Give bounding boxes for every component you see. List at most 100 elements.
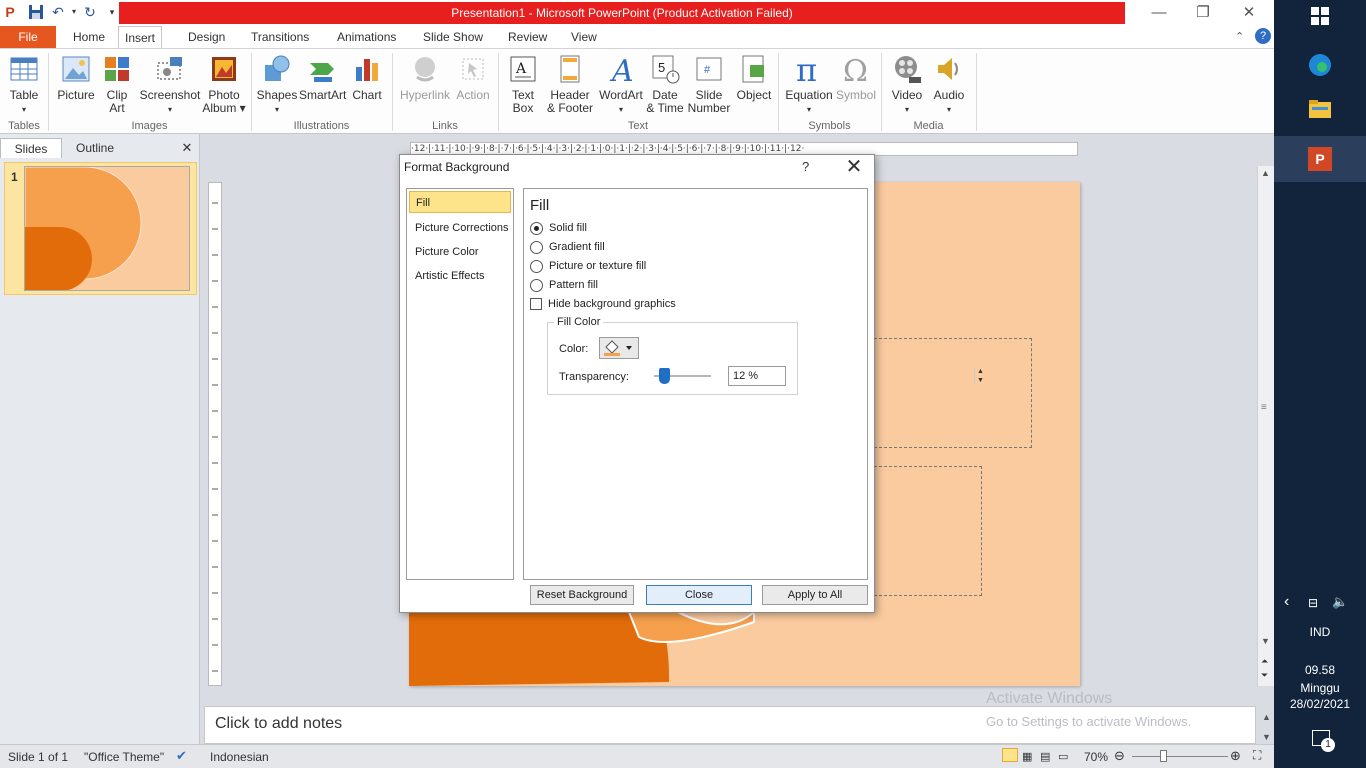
notes-scroll-up-icon[interactable]: ▲ xyxy=(1262,712,1271,722)
collapse-ribbon-icon[interactable]: ⌃ xyxy=(1235,30,1244,43)
clock-date[interactable]: 28/02/2021 xyxy=(1274,697,1366,711)
shapes-button[interactable]: Shapes ▾ xyxy=(256,53,298,116)
action-button[interactable]: Action xyxy=(453,53,493,102)
category-artistic-effects[interactable]: Artistic Effects xyxy=(409,265,511,287)
dialog-help-button[interactable]: ? xyxy=(802,159,809,174)
gradient-fill-option[interactable]: Gradient fill xyxy=(530,240,605,256)
slide-number-button[interactable]: # Slide Number xyxy=(687,53,731,115)
transparency-slider-thumb[interactable] xyxy=(659,368,671,384)
maximize-button[interactable]: ❐ xyxy=(1180,2,1226,24)
slide-thumbnail[interactable] xyxy=(24,166,190,291)
fit-to-window-icon[interactable]: ⛶ xyxy=(1253,748,1261,763)
clock-time[interactable]: 09.58 xyxy=(1274,663,1366,677)
close-dialog-button[interactable]: Close xyxy=(646,585,752,605)
previous-slide-icon[interactable]: ⏶ xyxy=(1261,656,1268,667)
input-language[interactable]: IND xyxy=(1274,625,1366,639)
text-box-button[interactable]: A Text Box xyxy=(504,53,542,115)
video-button[interactable]: Video ▾ xyxy=(888,53,926,116)
file-explorer-icon[interactable] xyxy=(1306,98,1334,126)
spelling-check-icon[interactable]: ✔ xyxy=(176,748,187,764)
apply-to-all-button[interactable]: Apply to All xyxy=(762,585,868,605)
screenshot-button[interactable]: Screenshot ▾ xyxy=(138,53,202,116)
scroll-thumb-grip-icon[interactable]: ≡ xyxy=(1261,402,1267,413)
date-time-button[interactable]: 5 Date & Time xyxy=(645,53,685,115)
pattern-fill-option[interactable]: Pattern fill xyxy=(530,278,598,294)
tab-animations[interactable]: Animations xyxy=(331,26,402,48)
zoom-slider-track[interactable] xyxy=(1132,756,1228,757)
color-picker-button[interactable] xyxy=(599,337,639,359)
category-picture-corrections[interactable]: Picture Corrections xyxy=(409,217,511,239)
subtitle-placeholder[interactable] xyxy=(869,466,982,596)
chart-button[interactable]: Chart xyxy=(349,53,385,102)
network-icon[interactable]: ⊟ xyxy=(1308,596,1318,610)
dialog-close-button[interactable]: ✕ xyxy=(842,155,866,179)
transparency-input[interactable]: 12 % ▲ ▼ xyxy=(728,366,984,386)
pattern-fill-radio[interactable] xyxy=(530,278,543,292)
symbol-button[interactable]: Ω Symbol xyxy=(836,53,876,102)
photo-album-button[interactable]: Photo Album ▾ xyxy=(202,53,246,115)
zoom-in-icon[interactable]: ⊕ xyxy=(1230,748,1241,764)
wordart-button[interactable]: A WordArt ▾ xyxy=(597,53,645,116)
minimize-button[interactable]: — xyxy=(1136,2,1182,24)
tab-insert[interactable]: Insert xyxy=(118,26,163,49)
undo-dropdown-icon[interactable]: ▾ xyxy=(66,4,82,20)
language-indicator[interactable]: Indonesian xyxy=(210,750,269,764)
help-icon[interactable]: ? xyxy=(1255,28,1271,44)
audio-button[interactable]: Audio ▾ xyxy=(930,53,968,116)
reading-view-icon[interactable]: ▤ xyxy=(1040,750,1050,763)
tab-outline[interactable]: Outline xyxy=(64,138,126,158)
zoom-slider-thumb[interactable] xyxy=(1160,750,1167,762)
powerpoint-app-icon[interactable]: P xyxy=(2,4,18,20)
clock-day[interactable]: Minggu xyxy=(1274,681,1366,695)
zoom-level[interactable]: 70% xyxy=(1084,750,1108,764)
scroll-down-icon[interactable]: ▼ xyxy=(1261,636,1270,646)
volume-icon[interactable]: 🔈 xyxy=(1332,594,1348,610)
clip-art-button[interactable]: Clip Art xyxy=(100,53,134,115)
slide-show-icon[interactable]: ▭ xyxy=(1058,750,1068,763)
redo-icon[interactable]: ↻ xyxy=(82,4,98,20)
title-placeholder[interactable] xyxy=(869,338,1032,448)
powerpoint-taskbar-item[interactable]: P xyxy=(1274,136,1366,182)
notes-scroll-down-icon[interactable]: ▼ xyxy=(1262,732,1271,742)
gradient-fill-radio[interactable] xyxy=(530,240,543,254)
save-icon[interactable] xyxy=(28,4,44,20)
picture-button[interactable]: Picture xyxy=(55,53,97,102)
tab-slides[interactable]: Slides xyxy=(0,138,62,158)
header-footer-button[interactable]: Header & Footer xyxy=(545,53,595,115)
table-button[interactable]: Table ▾ xyxy=(4,53,44,116)
solid-fill-radio[interactable] xyxy=(530,221,543,235)
scroll-up-icon[interactable]: ▲ xyxy=(1261,168,1270,178)
show-hidden-icons-icon[interactable]: ‹ xyxy=(1284,593,1289,611)
slide-sorter-icon[interactable]: ▦ xyxy=(1022,750,1032,763)
hyperlink-button[interactable]: Hyperlink xyxy=(398,53,452,102)
solid-fill-option[interactable]: Solid fill xyxy=(530,221,587,237)
category-fill[interactable]: Fill xyxy=(409,191,511,213)
edge-browser-icon[interactable] xyxy=(1306,52,1334,80)
zoom-out-icon[interactable]: ⊖ xyxy=(1114,748,1125,764)
close-panel-button[interactable]: ✕ xyxy=(178,138,196,158)
transparency-spinner[interactable]: ▲ ▼ xyxy=(974,367,986,385)
tab-review[interactable]: Review xyxy=(502,26,553,48)
undo-icon[interactable]: ↶ xyxy=(50,4,66,20)
tab-transitions[interactable]: Transitions xyxy=(245,26,315,48)
hide-background-graphics-checkbox[interactable] xyxy=(530,298,542,311)
tab-design[interactable]: Design xyxy=(182,26,231,48)
tab-home[interactable]: Home xyxy=(67,26,111,48)
tab-slide-show[interactable]: Slide Show xyxy=(417,26,489,48)
windows-start-icon[interactable] xyxy=(1306,6,1334,34)
vertical-scrollbar[interactable]: ▲ ≡ ▼ ⏶ ⏷ xyxy=(1257,166,1274,686)
normal-view-icon[interactable] xyxy=(1002,748,1018,762)
equation-button[interactable]: π Equation ▾ xyxy=(784,53,834,116)
tab-view[interactable]: View xyxy=(565,26,603,48)
smartart-button[interactable]: SmartArt xyxy=(299,53,346,102)
next-slide-icon[interactable]: ⏷ xyxy=(1261,670,1268,681)
picture-texture-fill-radio[interactable] xyxy=(530,259,543,273)
close-window-button[interactable]: ✕ xyxy=(1226,2,1272,24)
reset-background-button[interactable]: Reset Background xyxy=(530,585,634,605)
picture-texture-fill-option[interactable]: Picture or texture fill xyxy=(530,259,646,275)
hide-background-graphics-option[interactable]: Hide background graphics xyxy=(530,297,676,313)
theme-name[interactable]: "Office Theme" xyxy=(84,750,164,764)
tab-file[interactable]: File xyxy=(0,26,56,48)
customize-qat-icon[interactable]: ▾ xyxy=(104,4,120,20)
category-picture-color[interactable]: Picture Color xyxy=(409,241,511,263)
